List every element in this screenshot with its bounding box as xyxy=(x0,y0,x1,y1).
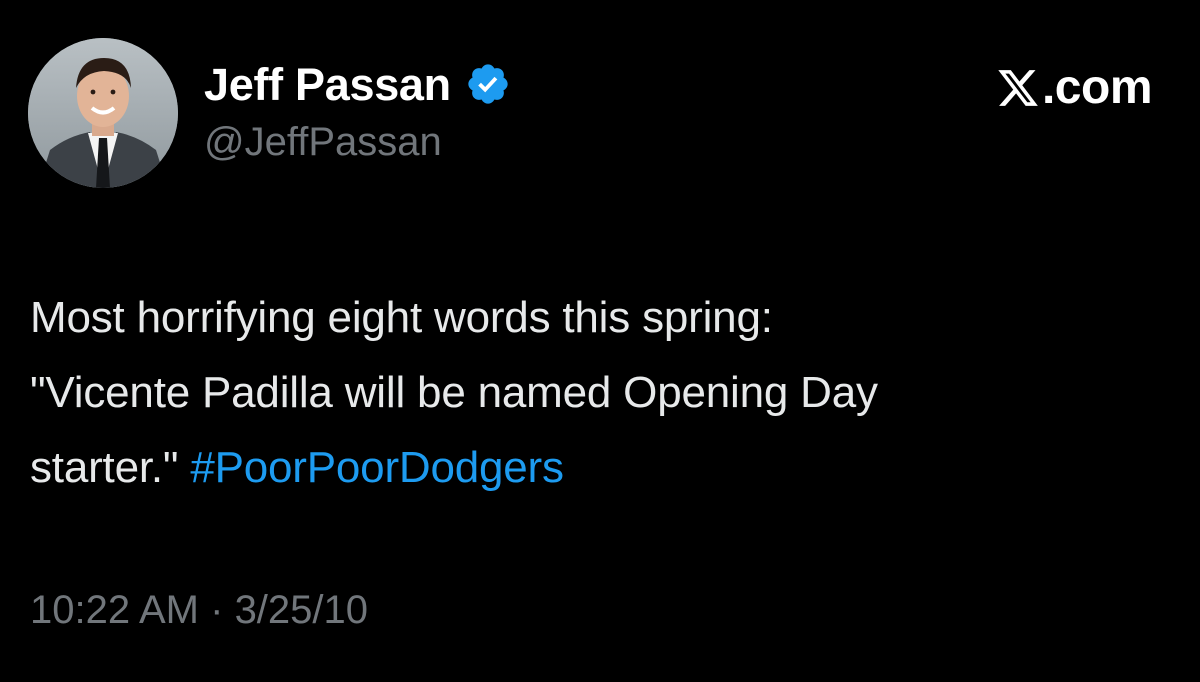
tweet-text-line: Most horrifying eight words this spring: xyxy=(30,293,773,342)
tweet-card: Jeff Passan @JeffPassan .com Most horrif… xyxy=(0,0,1200,682)
author-name-row: Jeff Passan xyxy=(204,56,511,112)
tweet-time: 10:22 AM xyxy=(30,588,200,632)
timestamp-separator: · xyxy=(199,588,235,632)
author-handle[interactable]: @JeffPassan xyxy=(204,122,442,162)
tweet-text-fragment: starter." xyxy=(30,443,191,492)
profile-photo xyxy=(28,38,178,188)
avatar[interactable] xyxy=(28,38,178,188)
verified-badge-icon xyxy=(465,61,511,107)
brand-logo: .com xyxy=(996,61,1153,114)
author-display-name[interactable]: Jeff Passan xyxy=(204,62,451,107)
tweet-date: 3/25/10 xyxy=(234,588,369,632)
tweet-timestamp[interactable]: 10:22 AM · 3/25/10 xyxy=(30,590,368,630)
tweet-text: Most horrifying eight words this spring:… xyxy=(30,280,1170,505)
x-logo-icon xyxy=(996,66,1040,110)
tweet-text-line: "Vicente Padilla will be named Opening D… xyxy=(30,368,878,417)
tweet-text-line: starter." #PoorPoorDodgers xyxy=(30,430,1170,505)
hashtag-link[interactable]: #PoorPoorDodgers xyxy=(190,443,564,492)
brand-domain-text: .com xyxy=(1041,61,1153,114)
